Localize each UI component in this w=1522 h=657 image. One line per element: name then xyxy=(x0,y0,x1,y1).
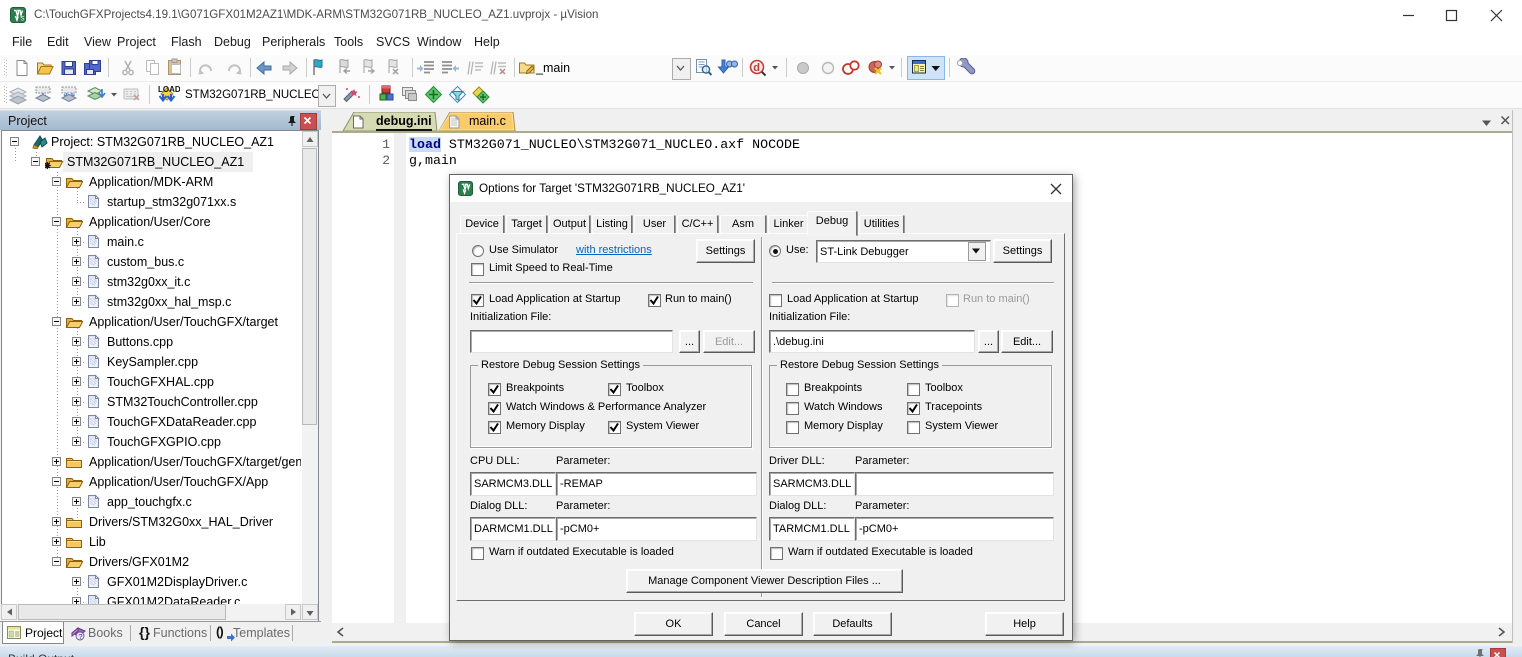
svg-text:S: S xyxy=(21,17,25,23)
svg-text:d: d xyxy=(753,62,760,74)
svg-text:?: ? xyxy=(78,632,82,641)
svg-text:LOAD: LOAD xyxy=(158,85,180,94)
